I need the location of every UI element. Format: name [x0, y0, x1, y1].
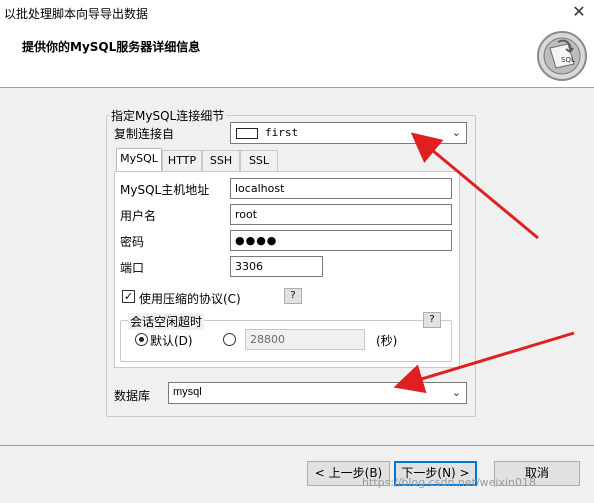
password-input[interactable]: ●●●● [230, 230, 452, 251]
copy-from-value: first [265, 126, 299, 139]
password-label: 密码 [120, 235, 145, 249]
tab-http[interactable]: HTTP [162, 150, 202, 171]
color-swatch [236, 128, 258, 139]
host-label: MySQL主机地址 [120, 183, 210, 197]
window-title: 以批处理脚本向导导出数据 [4, 7, 149, 21]
port-input[interactable]: 3306 [230, 256, 323, 277]
timeout-help-button[interactable]: ? [423, 312, 441, 328]
custom-timeout-input[interactable]: 28800 [245, 329, 365, 350]
compression-help-button[interactable]: ? [284, 288, 302, 304]
default-timeout-radio[interactable] [135, 333, 148, 346]
timeout-group-title: 会话空闲超时 [128, 313, 205, 330]
database-value: mysql [173, 386, 202, 398]
footer-divider [0, 445, 594, 446]
chevron-down-icon[interactable]: ⌄ [452, 126, 461, 139]
compression-checkbox[interactable]: ✓ [122, 290, 135, 303]
close-icon[interactable]: ✕ [569, 2, 589, 22]
tab-strip: MySQL HTTP SSH SSL [116, 148, 316, 172]
database-dropdown[interactable]: mysql ⌄ [168, 382, 467, 404]
copy-from-dropdown[interactable]: first ⌄ [230, 122, 467, 144]
user-label: 用户名 [120, 209, 157, 223]
wizard-header: 提供你的MySQL服务器详细信息 SQL [0, 26, 594, 88]
user-input[interactable]: root [230, 204, 452, 225]
page-subtitle: 提供你的MySQL服务器详细信息 [22, 40, 201, 54]
svg-text:SQL: SQL [561, 56, 575, 64]
watermark: https://blog.csdn.net/weixin018 [362, 476, 537, 489]
tab-mysql[interactable]: MySQL [116, 148, 162, 171]
custom-timeout-radio[interactable] [223, 333, 236, 346]
compression-label: 使用压缩的协议(C) [139, 292, 241, 306]
sql-logo-icon: SQL [537, 31, 587, 81]
chevron-down-icon[interactable]: ⌄ [452, 386, 461, 399]
tab-ssh[interactable]: SSH [202, 150, 240, 171]
tab-ssl[interactable]: SSL [240, 150, 278, 171]
timeout-unit: (秒) [376, 334, 398, 348]
port-label: 端口 [120, 261, 145, 275]
title-bar: 以批处理脚本向导导出数据 ✕ [0, 0, 594, 26]
database-label: 数据库 [114, 389, 151, 403]
default-timeout-label: 默认(D) [150, 334, 193, 348]
copy-from-label: 复制连接自 [114, 127, 175, 141]
connection-group-title: 指定MySQL连接细节 [109, 107, 227, 124]
host-input[interactable]: localhost [230, 178, 452, 199]
